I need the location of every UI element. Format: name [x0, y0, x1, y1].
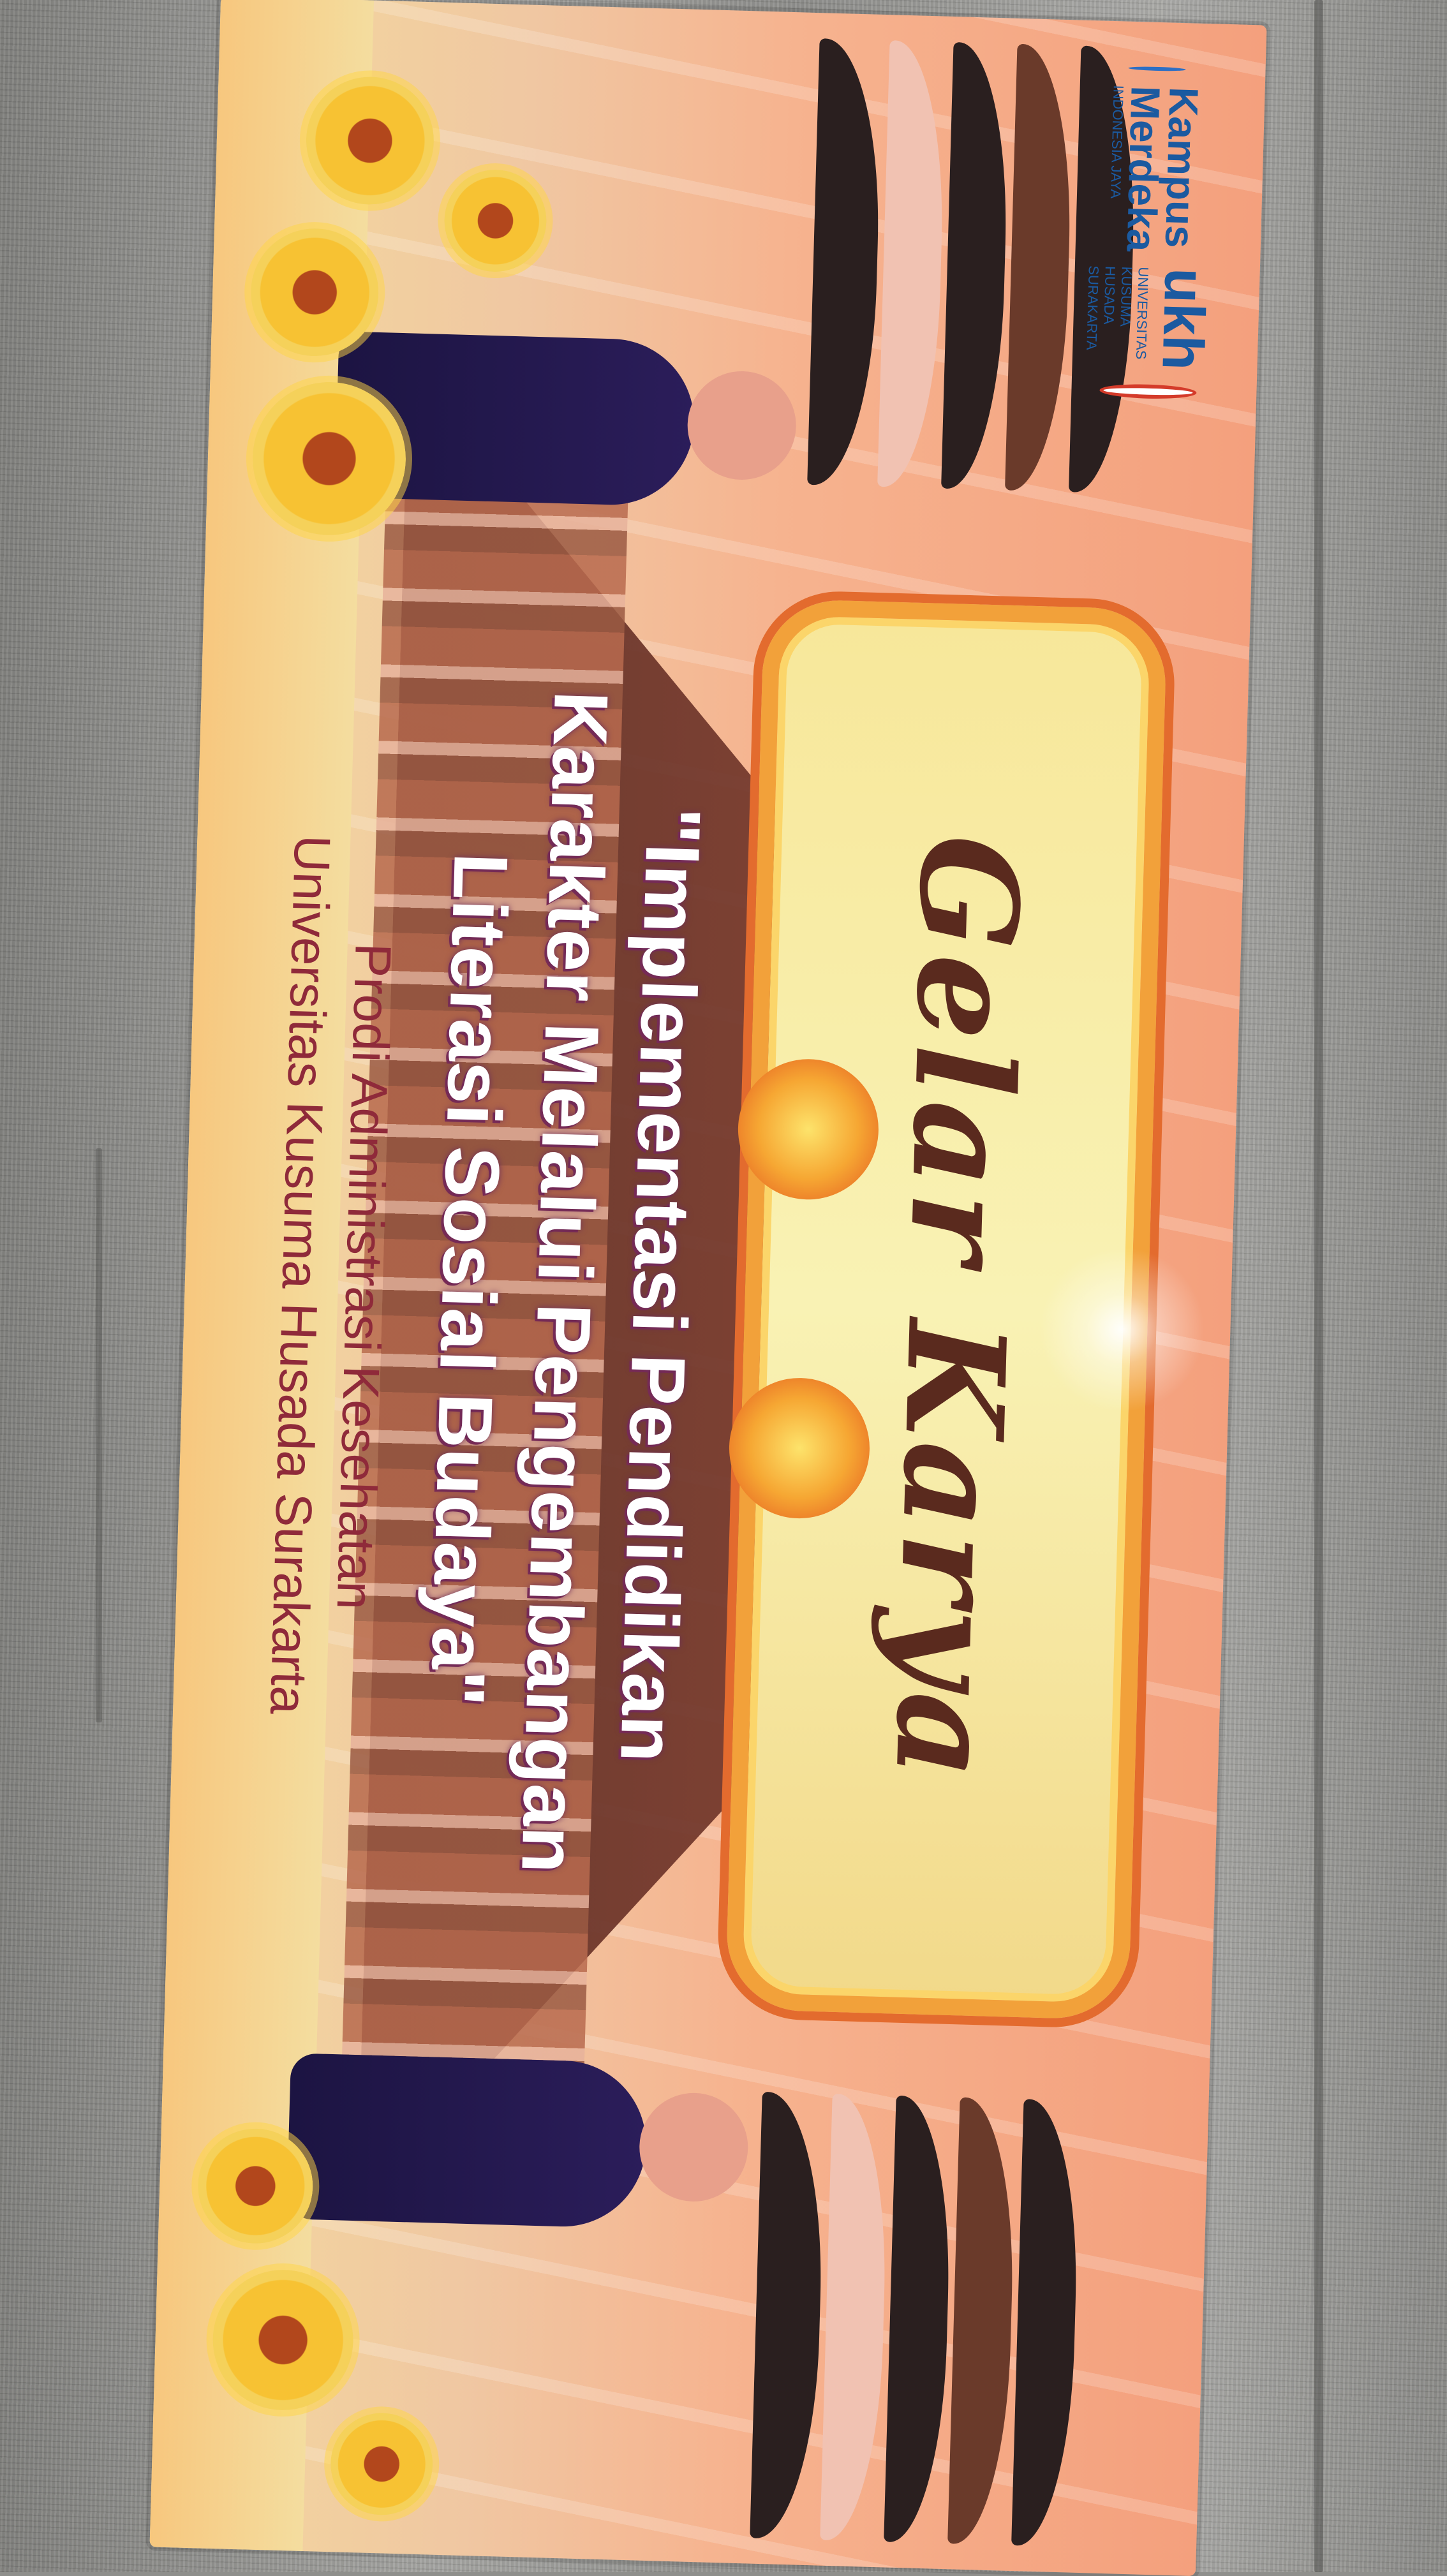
kampus-merdeka-logo-icon	[1128, 66, 1186, 72]
ukh-mark: ukh	[1150, 267, 1217, 371]
ukh-name: UNIVERSITAS KUSUMA HUSADA SURAKARTA	[1083, 265, 1152, 360]
ground-crack	[96, 1148, 102, 1722]
banner-area: Gelar Karya "Implementasi Pendidikan Kar…	[149, 0, 1267, 2576]
ukh-logo: ukh UNIVERSITAS KUSUMA HUSADA SURAKARTA	[1083, 265, 1217, 371]
gelar-karya-banner: Gelar Karya "Implementasi Pendidikan Kar…	[149, 0, 1267, 2576]
ukh-seal-icon	[1099, 383, 1197, 400]
logo-group: Kampus Merdeka INDONESIA JAYA ukh UNIVER…	[1084, 66, 1217, 400]
ground-crack	[1314, 0, 1323, 2572]
banner-title: Gelar Karya	[864, 833, 1049, 1786]
banner-subtitle: "Implementasi Pendidikan Karakter Melalu…	[398, 462, 731, 2103]
pagoda-right	[737, 2091, 1081, 2547]
kampus-merdeka-logo: Kampus Merdeka INDONESIA JAYA	[1106, 85, 1207, 253]
kampus-merdeka-text: Merdeka	[1118, 85, 1169, 253]
